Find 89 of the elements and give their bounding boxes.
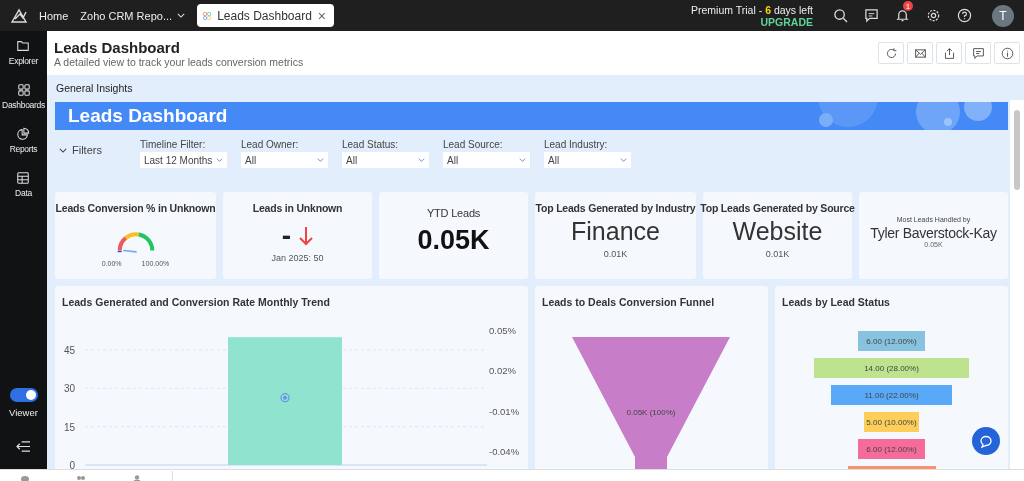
viewer-toggle[interactable] [9, 388, 38, 402]
kpi-value: Finance [571, 216, 660, 246]
kpi-value: Website [732, 216, 823, 246]
filters-toggle[interactable]: Filters [55, 139, 140, 156]
folder-icon [16, 39, 31, 53]
avatar[interactable]: T [992, 4, 1014, 27]
upload-icon [942, 46, 956, 60]
filter-label: Timeline Filter: [140, 139, 207, 150]
chevron-icon [317, 158, 324, 162]
settings-icon[interactable] [926, 8, 941, 23]
kpi-note: 0.01K [765, 249, 790, 259]
collapse-icon[interactable] [16, 440, 31, 453]
logo-icon[interactable] [10, 7, 28, 24]
comment-button[interactable] [965, 42, 991, 64]
kpi-title: YTD Leads [426, 207, 481, 219]
refresh-icon [884, 46, 898, 60]
axis-label: 0.05% [489, 325, 516, 336]
filter-dropdown[interactable]: All [241, 152, 328, 168]
chevron-icon [418, 158, 425, 162]
workspace-dropdown[interactable]: Zoho CRM Repo... [80, 9, 186, 22]
filter-label: Lead Status: [342, 139, 400, 150]
kpi-title: Leads in Unknown [252, 202, 343, 214]
funnel-stage: 6.00 (12.00%) [858, 331, 925, 351]
chevron-icon [216, 158, 223, 162]
dashboard-subtitle: A detailed view to track your leads conversion metrics [54, 55, 304, 68]
notification-badge: 1 [903, 1, 913, 11]
kpi-value: Tyler Baverstock-Kay [870, 225, 997, 241]
filter-label: Lead Owner: [241, 139, 300, 150]
axis-label: 45 [63, 345, 75, 356]
email-button[interactable] [907, 42, 933, 64]
chevron-icon [59, 147, 67, 153]
search-icon[interactable] [833, 8, 848, 23]
chart-title: Leads Generated and Conversion Rate Monthly Trend [62, 296, 331, 308]
kpi-note: Jan 2025: 50 [271, 253, 324, 263]
upgrade-link[interactable]: UPGRADE [760, 15, 813, 28]
info-button[interactable] [994, 42, 1020, 64]
export-button[interactable] [936, 42, 962, 64]
sidebar-item[interactable]: Dashboards [2, 83, 45, 110]
axis-label: -0.04% [489, 445, 520, 457]
kpi-title: Top Leads Generated by Industry [535, 202, 696, 214]
filter-dropdown[interactable]: All [544, 152, 631, 168]
chart-title: Leads to Deals Conversion Funnel [542, 296, 716, 308]
viewer-label: Viewer [9, 407, 38, 418]
axis-label: -0.01% [489, 405, 520, 417]
kpi-value: 0.05K [417, 225, 490, 256]
dashboard-tab[interactable]: Leads Dashboard × [197, 4, 335, 27]
chevron-icon [620, 158, 627, 162]
close-icon[interactable]: × [317, 7, 327, 24]
scrollbar[interactable] [1010, 100, 1024, 469]
trial-status: Premium Trial - 6 days left [691, 3, 813, 16]
axis-label: 0.02% [489, 365, 516, 377]
chart-title: Leads by Lead Status [782, 296, 891, 308]
filter-dropdown[interactable]: All [342, 152, 429, 168]
funnel-stage: 14.00 (28.00%) [814, 358, 969, 378]
grid-icon [16, 83, 31, 97]
help-icon[interactable] [957, 8, 972, 23]
banner-title: Leads Dashboard [68, 105, 228, 127]
kpi-note: 0.01K [603, 249, 628, 259]
kpi-title: Leads Conversion % in Unknown [55, 202, 216, 214]
filter-label: Lead Source: [443, 139, 504, 150]
refresh-button[interactable] [878, 42, 904, 64]
axis-label: 30 [63, 383, 75, 395]
sidebar-item[interactable]: Reports [9, 127, 38, 154]
insights-tab[interactable]: General Insights [56, 81, 133, 94]
chevron-icon [519, 158, 526, 162]
table-icon [16, 171, 31, 185]
filter-label: Lead Industry: [544, 139, 609, 150]
data-point [280, 393, 290, 403]
bell-icon[interactable] [895, 8, 910, 23]
funnel-label: 0.05K (100%) [625, 408, 677, 417]
filter-dropdown[interactable]: Last 12 Months [140, 152, 227, 168]
sidebar-item[interactable]: Data [15, 171, 32, 198]
funnel-stage: 6.00 (12.00%) [858, 439, 925, 459]
chevron-icon [177, 13, 186, 18]
down-arrow-icon [299, 226, 314, 246]
kpi-value: - [281, 222, 292, 250]
envelope-icon [913, 46, 927, 60]
info-icon [1000, 46, 1014, 60]
home-link[interactable]: Home [39, 9, 69, 22]
filter-dropdown[interactable]: All [443, 152, 530, 168]
dashboard-title: Leads Dashboard [54, 38, 181, 56]
sidebar-item[interactable]: Explorer [8, 39, 39, 66]
kpi-title: Top Leads Generated by Source [700, 202, 855, 214]
axis-label: 0 [69, 460, 75, 469]
comment-icon [971, 46, 985, 60]
funnel-stage: 11.00 (22.00%) [830, 385, 953, 405]
pie-chart-icon [16, 127, 31, 141]
funnel-stage: 5.00 (10.00%) [863, 412, 920, 432]
axis-label: 15 [63, 421, 75, 433]
